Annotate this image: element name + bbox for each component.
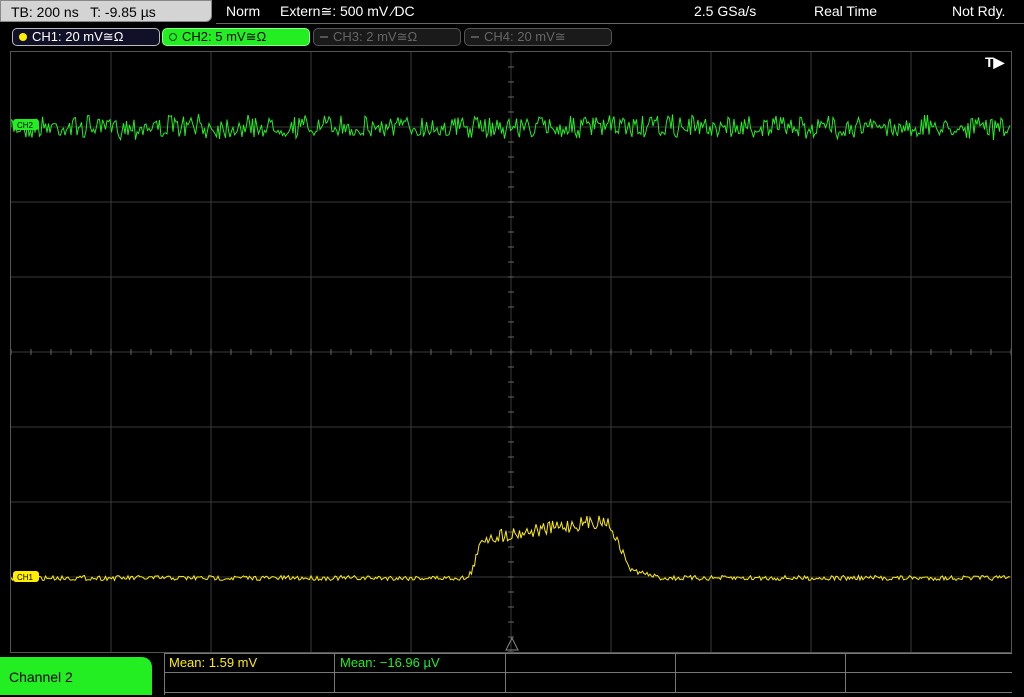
svg-text:CH2: CH2 bbox=[17, 121, 34, 130]
status-bar: TB: 200 ns T: -9.85 µs Norm Extern≅: 500… bbox=[0, 0, 1024, 26]
channel-2-label-button[interactable]: Channel 2 bbox=[0, 657, 152, 695]
channel-2-label-text: Channel 2 bbox=[9, 669, 73, 685]
measurement-slot-9[interactable] bbox=[676, 673, 846, 693]
channel-4-dash-icon bbox=[471, 35, 479, 38]
trigger-time-label: T: -9.85 µs bbox=[90, 4, 156, 20]
waveform-svg: CH2 CH1 T▶ bbox=[11, 52, 1011, 652]
channel-2-tab[interactable]: CH2: 5 mV≅Ω bbox=[162, 28, 310, 46]
acquisition-mode[interactable]: Real Time bbox=[814, 3, 877, 19]
svg-text:CH1: CH1 bbox=[17, 573, 34, 582]
measurement-slot-6[interactable] bbox=[164, 673, 335, 693]
grid bbox=[11, 52, 1011, 652]
measurement-ch2-mean[interactable]: Mean: −16.96 µV bbox=[335, 653, 506, 673]
channel-3-tab[interactable]: CH3: 2 mV≅Ω bbox=[313, 28, 461, 46]
timebase-label: TB: 200 ns bbox=[11, 4, 79, 20]
channel-4-label: CH4: 20 mV≅ bbox=[484, 29, 566, 44]
channel-2-label: CH2: 5 mV≅Ω bbox=[182, 29, 267, 44]
measurement-slot-4[interactable] bbox=[676, 653, 846, 673]
trigger-position-marker: T▶ bbox=[985, 54, 1006, 70]
measurement-panel: Mean: 1.59 mV Mean: −16.96 µV bbox=[164, 653, 1012, 695]
channel-3-dash-icon bbox=[320, 35, 328, 38]
channel-1-label: CH1: 20 mV≅Ω bbox=[32, 29, 124, 44]
sample-rate[interactable]: 2.5 GSa/s bbox=[694, 3, 756, 19]
trigger-offset-icon bbox=[505, 636, 519, 651]
measurement-slot-3[interactable] bbox=[506, 653, 676, 673]
channel-4-tab[interactable]: CH4: 20 mV≅ bbox=[464, 28, 612, 46]
timebase-box[interactable]: TB: 200 ns T: -9.85 µs bbox=[0, 0, 212, 22]
divider bbox=[216, 23, 1024, 24]
measurement-ch1-mean[interactable]: Mean: 1.59 mV bbox=[164, 653, 335, 673]
acquisition-state: Not Rdy. bbox=[952, 3, 1006, 19]
channel-2-dot-icon bbox=[169, 32, 177, 41]
trigger-source[interactable]: Extern≅: 500 mV ⁄DC bbox=[280, 3, 415, 20]
channel-2-level-marker: CH2 bbox=[13, 119, 39, 130]
waveform-display[interactable]: CH2 CH1 T▶ bbox=[10, 51, 1012, 653]
measurement-slot-8[interactable] bbox=[506, 673, 676, 693]
channel-1-dot-icon bbox=[19, 32, 27, 41]
measurement-slot-5[interactable] bbox=[846, 653, 1012, 673]
channel-1-level-marker: CH1 bbox=[13, 571, 39, 582]
trigger-mode[interactable]: Norm bbox=[226, 3, 260, 19]
measurement-slot-10[interactable] bbox=[846, 673, 1012, 693]
channel-3-label: CH3: 2 mV≅Ω bbox=[333, 29, 418, 44]
measurement-slot-7[interactable] bbox=[335, 673, 506, 693]
channel-1-tab[interactable]: CH1: 20 mV≅Ω bbox=[12, 28, 160, 46]
